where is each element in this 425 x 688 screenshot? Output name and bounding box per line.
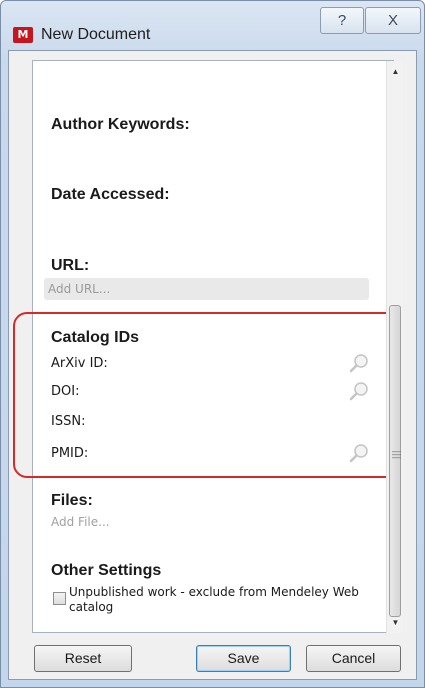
scroll-grip-icon: ― ― ― bbox=[392, 446, 401, 462]
close-button[interactable]: X bbox=[365, 7, 421, 34]
add-file-link[interactable]: Add File... bbox=[51, 515, 110, 529]
author-keywords-label: Author Keywords: bbox=[51, 116, 190, 133]
url-label: URL: bbox=[51, 257, 90, 274]
scroll-up-arrow-icon[interactable]: ▲ bbox=[387, 63, 404, 80]
mendeley-logo-icon: M bbox=[13, 27, 33, 43]
catalog-ids-highlight bbox=[13, 312, 402, 478]
scrollbar-thumb[interactable]: ― ― ― bbox=[389, 305, 401, 617]
unpublished-checkbox-label[interactable]: Unpublished work - exclude from Mendeley… bbox=[69, 585, 359, 615]
url-input[interactable]: Add URL... bbox=[44, 278, 369, 300]
window-title: New Document bbox=[41, 26, 151, 43]
panel-scrollbar[interactable]: ▲ ― ― ― ▼ bbox=[386, 61, 403, 633]
scroll-down-arrow-icon[interactable]: ▼ bbox=[387, 614, 404, 631]
help-button[interactable]: ? bbox=[320, 7, 364, 34]
cancel-button[interactable]: Cancel bbox=[306, 645, 401, 672]
title-bar: M New Document ? X bbox=[1, 1, 424, 51]
unpublished-checkbox[interactable] bbox=[53, 592, 66, 605]
save-button[interactable]: Save bbox=[196, 645, 291, 672]
other-settings-heading: Other Settings bbox=[51, 562, 162, 579]
reset-button[interactable]: Reset bbox=[34, 645, 132, 672]
date-accessed-label: Date Accessed: bbox=[51, 186, 170, 203]
files-label: Files: bbox=[51, 492, 93, 509]
